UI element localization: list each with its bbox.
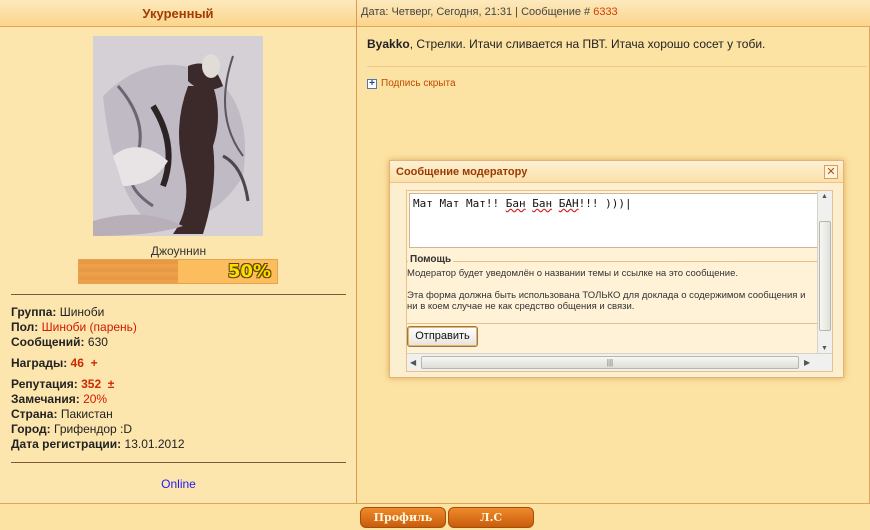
post-number-link[interactable]: 6333	[593, 6, 617, 18]
rank-progress-fill	[79, 260, 178, 283]
close-icon[interactable]: ✕	[824, 165, 838, 179]
dialog-title[interactable]: Сообщение модератору	[390, 161, 843, 183]
author-footer	[0, 503, 357, 530]
pm-button[interactable]: Л.С	[448, 507, 534, 528]
report-textarea[interactable]: Мат Мат Мат!! Бан Бан БАН!!! )))|	[409, 193, 818, 248]
help-section: Помощь Модератор будет уведомлён о назва…	[407, 254, 820, 321]
post-header: Дата: Четверг, Сегодня, 21:31 | Сообщени…	[357, 0, 870, 27]
info-warnings: Замечания: 20%	[11, 392, 108, 406]
help-line: Модератор будет уведомлён о названии тем…	[407, 268, 738, 279]
online-status: Online	[161, 477, 196, 491]
signature-divider	[367, 66, 867, 67]
profile-button[interactable]: Профиль	[360, 507, 446, 528]
help-title: Помощь	[408, 254, 454, 265]
report-dialog: Сообщение модератору ✕ Мат Мат Мат!! Бан…	[389, 160, 844, 378]
vertical-scroll-thumb[interactable]	[819, 221, 831, 331]
scroll-left-icon[interactable]: ◀	[410, 358, 416, 367]
avatar-image	[93, 36, 263, 236]
divider	[11, 462, 346, 463]
awards-count[interactable]: 46	[71, 356, 84, 370]
divider	[11, 294, 346, 295]
author-name[interactable]: Укуренный	[0, 0, 356, 27]
horizontal-scroll-thumb[interactable]: |||	[421, 356, 799, 369]
signature-toggle[interactable]: + Подпись скрыта	[367, 78, 456, 89]
help-line: ни в коем случае не как средство общения…	[407, 301, 635, 312]
help-line: Эта форма должна быть использована ТОЛЬК…	[407, 290, 806, 301]
reputation-count[interactable]: 352	[81, 377, 101, 391]
scroll-down-icon[interactable]: ▼	[821, 345, 828, 352]
expand-icon[interactable]: +	[367, 78, 377, 89]
info-awards: Награды: 46 +	[11, 356, 98, 370]
awards-add-button[interactable]: +	[91, 356, 98, 370]
dialog-content: Мат Мат Мат!! Бан Бан БАН!!! )))| Помощь…	[406, 190, 833, 372]
reply-nick[interactable]: Byakko	[367, 37, 410, 51]
post-footer: Профиль Л.С	[357, 503, 870, 530]
horizontal-scrollbar[interactable]: ◀ ||| ▶	[407, 353, 832, 371]
info-registration: Дата регистрации: 13.01.2012	[11, 437, 185, 451]
vertical-scrollbar[interactable]: ▲ ▼	[817, 191, 832, 354]
rank-progress-label: 50%	[227, 261, 271, 282]
reputation-change-button[interactable]: ±	[108, 377, 115, 391]
scroll-up-icon[interactable]: ▲	[821, 193, 828, 200]
info-posts: Сообщений: 630	[11, 335, 108, 349]
info-reputation: Репутация: 352 ±	[11, 377, 115, 391]
rank-title: Джоуннин	[150, 244, 207, 258]
info-country: Страна: Пакистан	[11, 407, 113, 421]
scroll-right-icon[interactable]: ▶	[804, 358, 810, 367]
info-city: Город: Грифендор :D	[11, 422, 133, 436]
rank-progress-bar: 50%	[78, 259, 278, 284]
avatar	[93, 36, 263, 236]
send-row: Отправить	[407, 323, 819, 349]
author-column: Укуренный Джоуннин 50% Группа: Шиноби По…	[0, 0, 357, 530]
info-group: Группа: Шиноби	[11, 305, 105, 319]
post-body: Byakko, Стрелки. Итачи сливается на ПВТ.…	[367, 37, 766, 51]
send-button[interactable]: Отправить	[407, 326, 478, 347]
info-gender: Пол: Шиноби (парень)	[11, 320, 137, 334]
